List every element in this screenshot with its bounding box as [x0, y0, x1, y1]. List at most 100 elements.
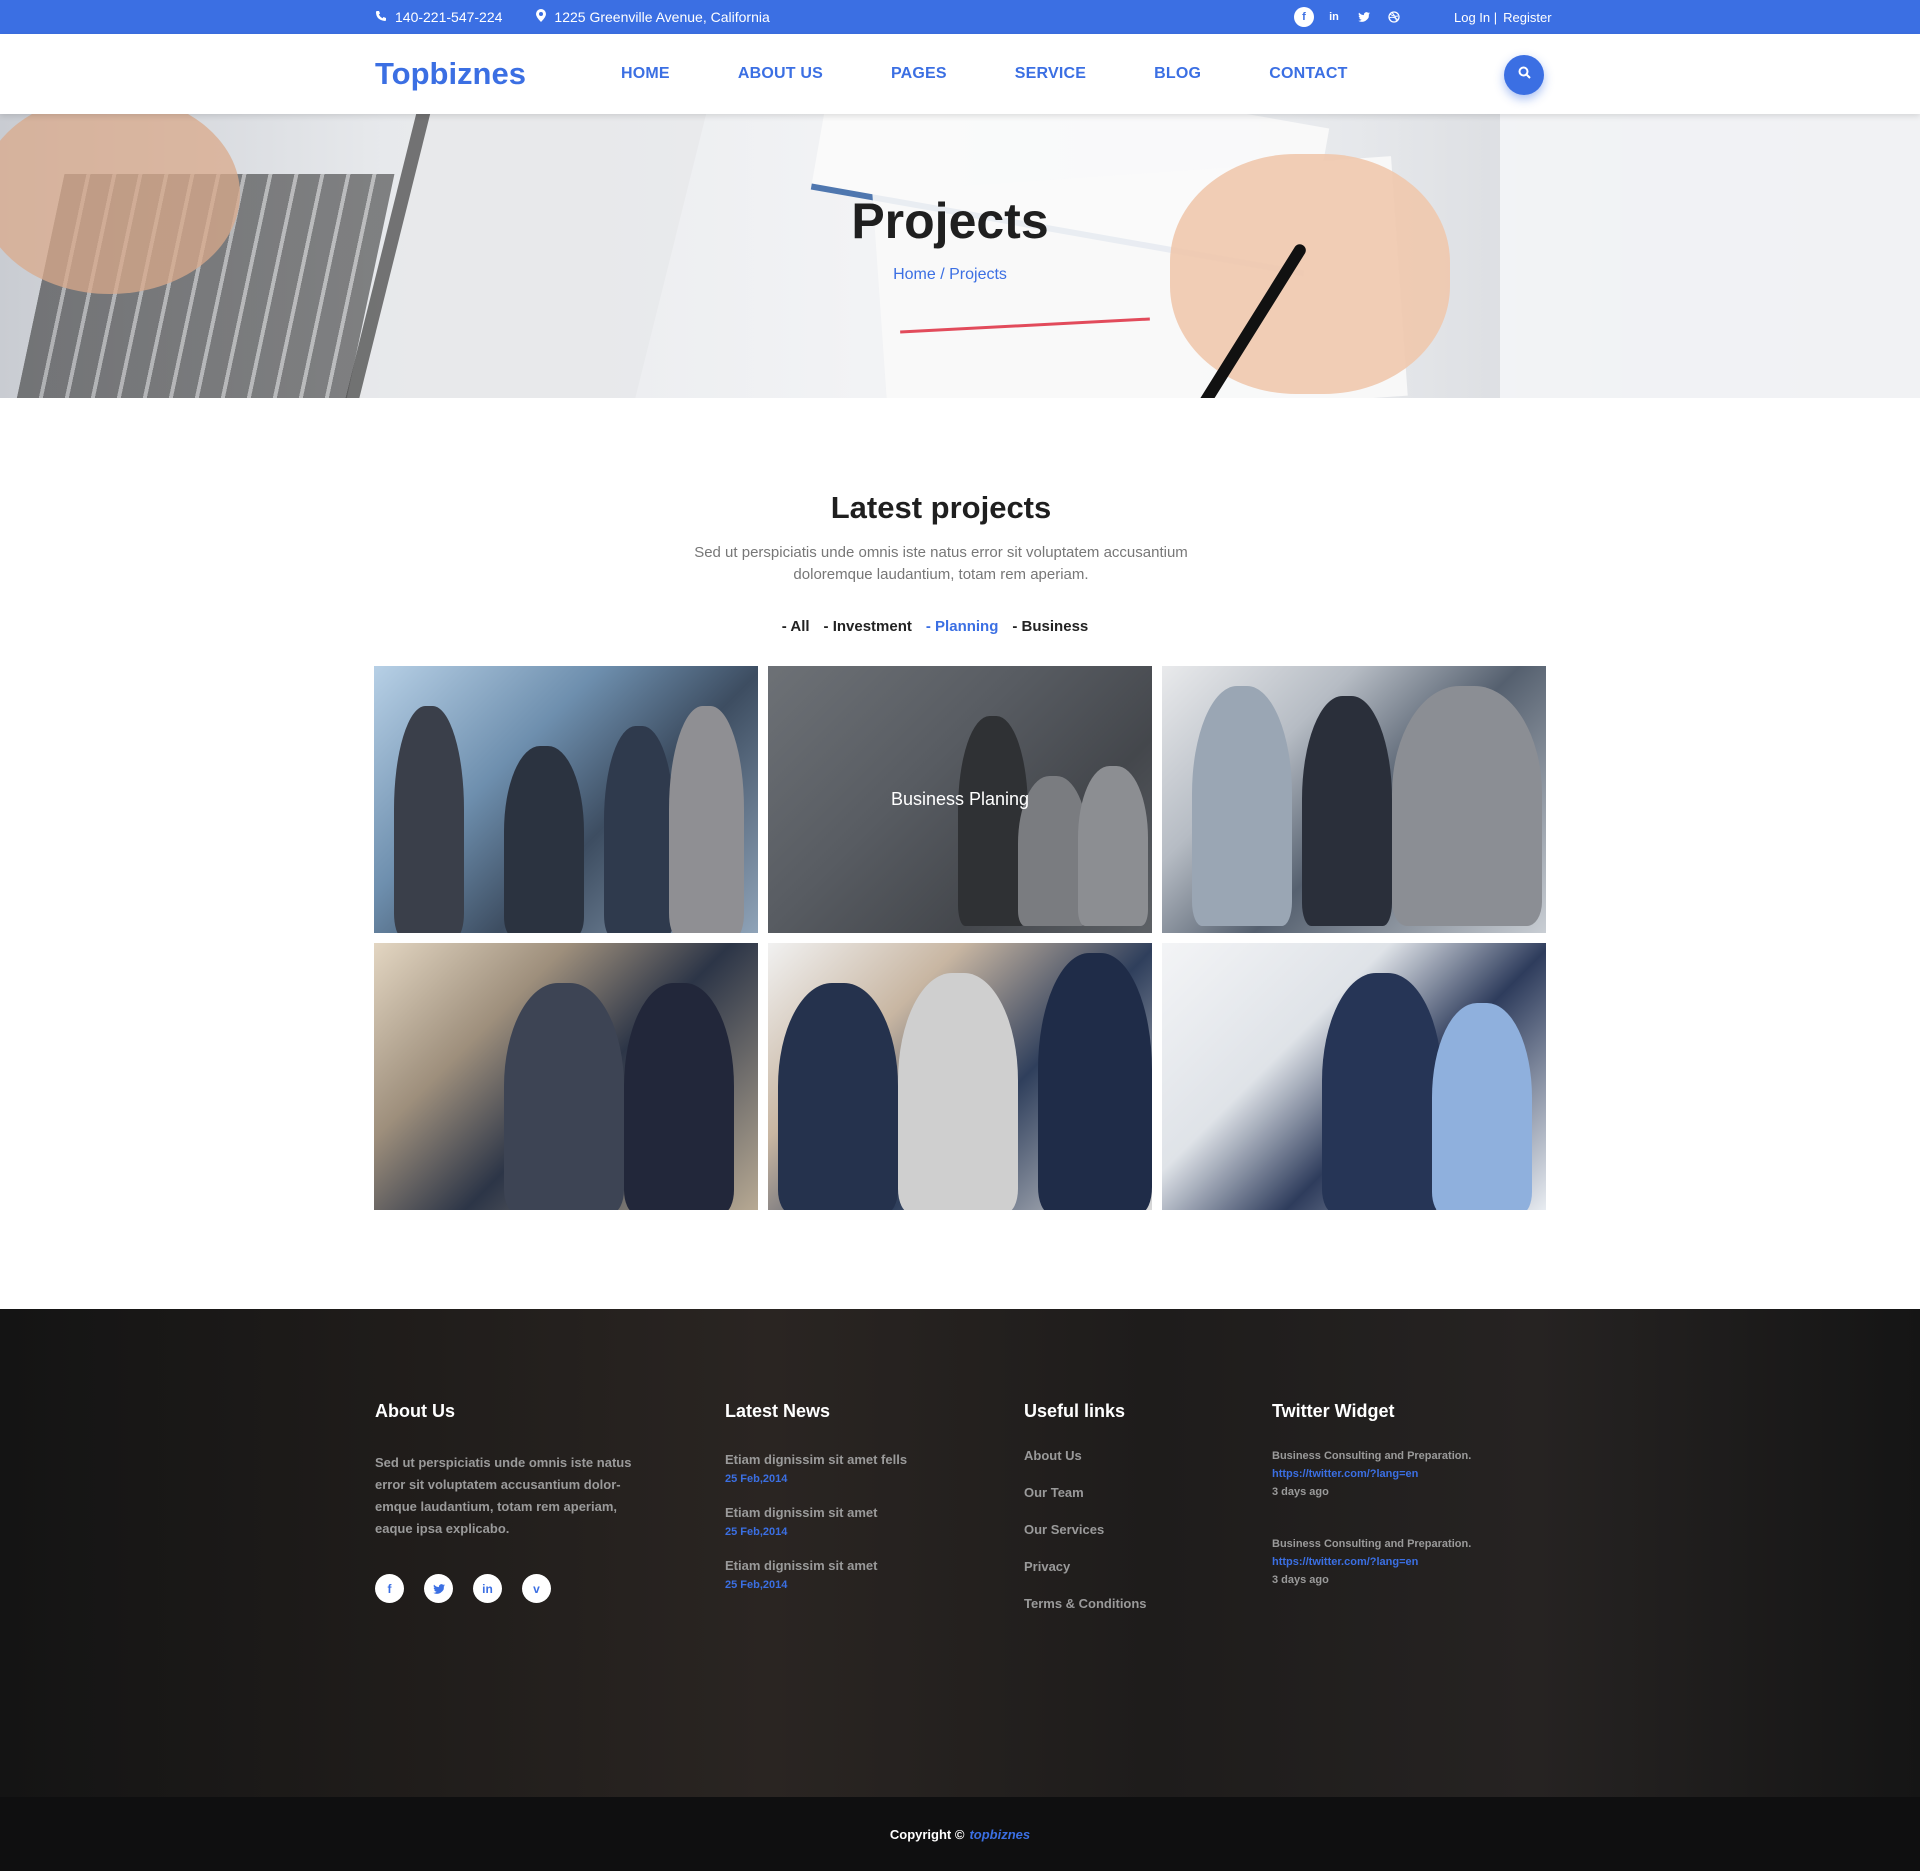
- filter-all[interactable]: - All: [782, 618, 810, 635]
- news-date: 25 Feb,2014: [725, 1579, 788, 1591]
- news-title[interactable]: Etiam dignissim sit amet fells: [725, 1452, 907, 1467]
- nav-pages[interactable]: PAGES: [891, 65, 947, 83]
- nav-contact[interactable]: CONTACT: [1269, 65, 1347, 83]
- footer-news-title: Latest News: [725, 1401, 831, 1421]
- tweet-text: Business Consulting and Preparation.: [1272, 1450, 1472, 1462]
- twitter-icon[interactable]: [424, 1574, 453, 1603]
- footer-twitter: Twitter Widget Business Consulting and P…: [1272, 1309, 1471, 1586]
- login-link[interactable]: Log In |: [1454, 10, 1497, 25]
- project-tile[interactable]: [1162, 666, 1546, 933]
- main-header: Topbiznes HOME ABOUT US PAGES SERVICE BL…: [0, 34, 1920, 114]
- phone-icon: [375, 9, 387, 25]
- tile-figure: [778, 983, 898, 1210]
- footer-about: About Us Sed ut perspiciatis unde omnis …: [375, 1309, 650, 1603]
- tweet-item: Business Consulting and Preparation. htt…: [1272, 1538, 1471, 1586]
- page-hero: Projects Home / Projects: [0, 114, 1920, 398]
- footer-about-title: About Us: [375, 1401, 455, 1421]
- footer-about-text: Sed ut perspiciatis unde omnis iste natu…: [375, 1455, 632, 1536]
- phone-number: 140-221-547-224: [395, 9, 503, 25]
- footer-link-about-us[interactable]: About Us: [1024, 1448, 1147, 1463]
- footer-links-title: Useful links: [1024, 1401, 1126, 1421]
- project-caption: Business Planing: [890, 789, 1030, 809]
- nav-home[interactable]: HOME: [621, 65, 670, 83]
- tile-figure: [1302, 696, 1392, 926]
- footer-link-privacy[interactable]: Privacy: [1024, 1559, 1147, 1574]
- site-footer: About Us Sed ut perspiciatis unde omnis …: [0, 1309, 1920, 1797]
- address-item: 1225 Greenville Avenue, California: [536, 9, 770, 25]
- phone-item: 140-221-547-224: [375, 9, 502, 25]
- site-logo[interactable]: Topbiznes: [375, 56, 526, 92]
- tile-figure: [604, 726, 674, 933]
- news-title[interactable]: Etiam dignissim sit amet: [725, 1505, 907, 1520]
- tweet-time: 3 days ago: [1272, 1574, 1329, 1586]
- tile-figure: [624, 983, 734, 1210]
- footer-news: Latest News Etiam dignissim sit amet fel…: [725, 1309, 907, 1591]
- hero-sleeve-graphic: [1500, 114, 1920, 398]
- filter-business[interactable]: - Business: [1012, 618, 1088, 635]
- tile-figure: [898, 973, 1018, 1210]
- tile-figure: [1392, 686, 1542, 926]
- project-tile[interactable]: [768, 943, 1152, 1210]
- nav-service[interactable]: SERVICE: [1015, 65, 1086, 83]
- tile-figure: [669, 706, 744, 933]
- dribbble-icon[interactable]: [1384, 7, 1404, 27]
- search-button[interactable]: [1504, 55, 1544, 95]
- linkedin-icon[interactable]: in: [473, 1574, 502, 1603]
- section-subtitle: Sed ut perspiciatis unde omnis iste natu…: [694, 544, 1188, 583]
- tile-figure: [1192, 686, 1292, 926]
- project-tile[interactable]: [1162, 943, 1546, 1210]
- section-title: Latest projects: [830, 490, 1052, 525]
- news-item[interactable]: Etiam dignissim sit amet 25 Feb,2014: [725, 1558, 907, 1591]
- facebook-icon[interactable]: f: [1294, 7, 1314, 27]
- linkedin-icon[interactable]: in: [1324, 7, 1344, 27]
- tweet-link[interactable]: https://twitter.com/?lang=en: [1272, 1556, 1471, 1568]
- tile-figure: [1038, 953, 1152, 1210]
- tile-figure: [1432, 1003, 1532, 1210]
- project-tile-hovered[interactable]: Business Planing: [768, 666, 1152, 933]
- news-item[interactable]: Etiam dignissim sit amet fells 25 Feb,20…: [725, 1452, 907, 1485]
- map-pin-icon: [536, 9, 547, 25]
- page-title: Projects: [851, 193, 1049, 249]
- contact-info: 140-221-547-224 1225 Greenville Avenue, …: [375, 0, 770, 34]
- project-filters: - All - Investment - Planning - Business: [0, 618, 1870, 635]
- register-link[interactable]: Register: [1503, 10, 1551, 25]
- tile-figure: [504, 983, 624, 1210]
- footer-twitter-title: Twitter Widget: [1272, 1401, 1395, 1421]
- news-title[interactable]: Etiam dignissim sit amet: [725, 1558, 907, 1573]
- tweet-link[interactable]: https://twitter.com/?lang=en: [1272, 1468, 1471, 1480]
- news-date: 25 Feb,2014: [725, 1526, 788, 1538]
- top-social-links: f in: [1294, 7, 1404, 27]
- auth-links: Log In | Register: [1454, 0, 1552, 34]
- tile-figure: [1322, 973, 1442, 1210]
- project-tile[interactable]: [374, 943, 758, 1210]
- footer-links: Useful links About Us Our Team Our Servi…: [1024, 1309, 1147, 1633]
- hero-laptop-graphic: [341, 114, 709, 398]
- project-grid: Business Planing: [374, 666, 1546, 1210]
- main-nav: HOME ABOUT US PAGES SERVICE BLOG CONTACT: [621, 34, 1416, 114]
- tile-figure: [394, 706, 464, 933]
- search-icon: [1518, 66, 1531, 84]
- footer-link-our-services[interactable]: Our Services: [1024, 1522, 1147, 1537]
- breadcrumb[interactable]: Home / Projects: [0, 266, 1900, 284]
- tweet-item: Business Consulting and Preparation. htt…: [1272, 1450, 1471, 1498]
- filter-investment[interactable]: - Investment: [824, 618, 912, 635]
- footer-link-our-team[interactable]: Our Team: [1024, 1485, 1147, 1500]
- news-item[interactable]: Etiam dignissim sit amet 25 Feb,2014: [725, 1505, 907, 1538]
- copyright-bar: Copyright © topbiznes: [0, 1797, 1920, 1871]
- tweet-time: 3 days ago: [1272, 1486, 1329, 1498]
- news-date: 25 Feb,2014: [725, 1473, 788, 1485]
- twitter-icon[interactable]: [1354, 7, 1374, 27]
- footer-social-links: f in v: [375, 1574, 650, 1603]
- project-tile[interactable]: [374, 666, 758, 933]
- vimeo-icon[interactable]: v: [522, 1574, 551, 1603]
- tweet-text: Business Consulting and Preparation.: [1272, 1538, 1472, 1550]
- copyright-brand-link[interactable]: topbiznes: [969, 1827, 1030, 1842]
- top-bar: 140-221-547-224 1225 Greenville Avenue, …: [0, 0, 1920, 34]
- nav-blog[interactable]: BLOG: [1154, 65, 1201, 83]
- useful-links-list: About Us Our Team Our Services Privacy T…: [1024, 1448, 1147, 1611]
- filter-planning[interactable]: - Planning: [926, 618, 999, 635]
- footer-link-terms[interactable]: Terms & Conditions: [1024, 1596, 1147, 1611]
- address-text: 1225 Greenville Avenue, California: [554, 9, 770, 25]
- facebook-icon[interactable]: f: [375, 1574, 404, 1603]
- nav-about-us[interactable]: ABOUT US: [738, 65, 823, 83]
